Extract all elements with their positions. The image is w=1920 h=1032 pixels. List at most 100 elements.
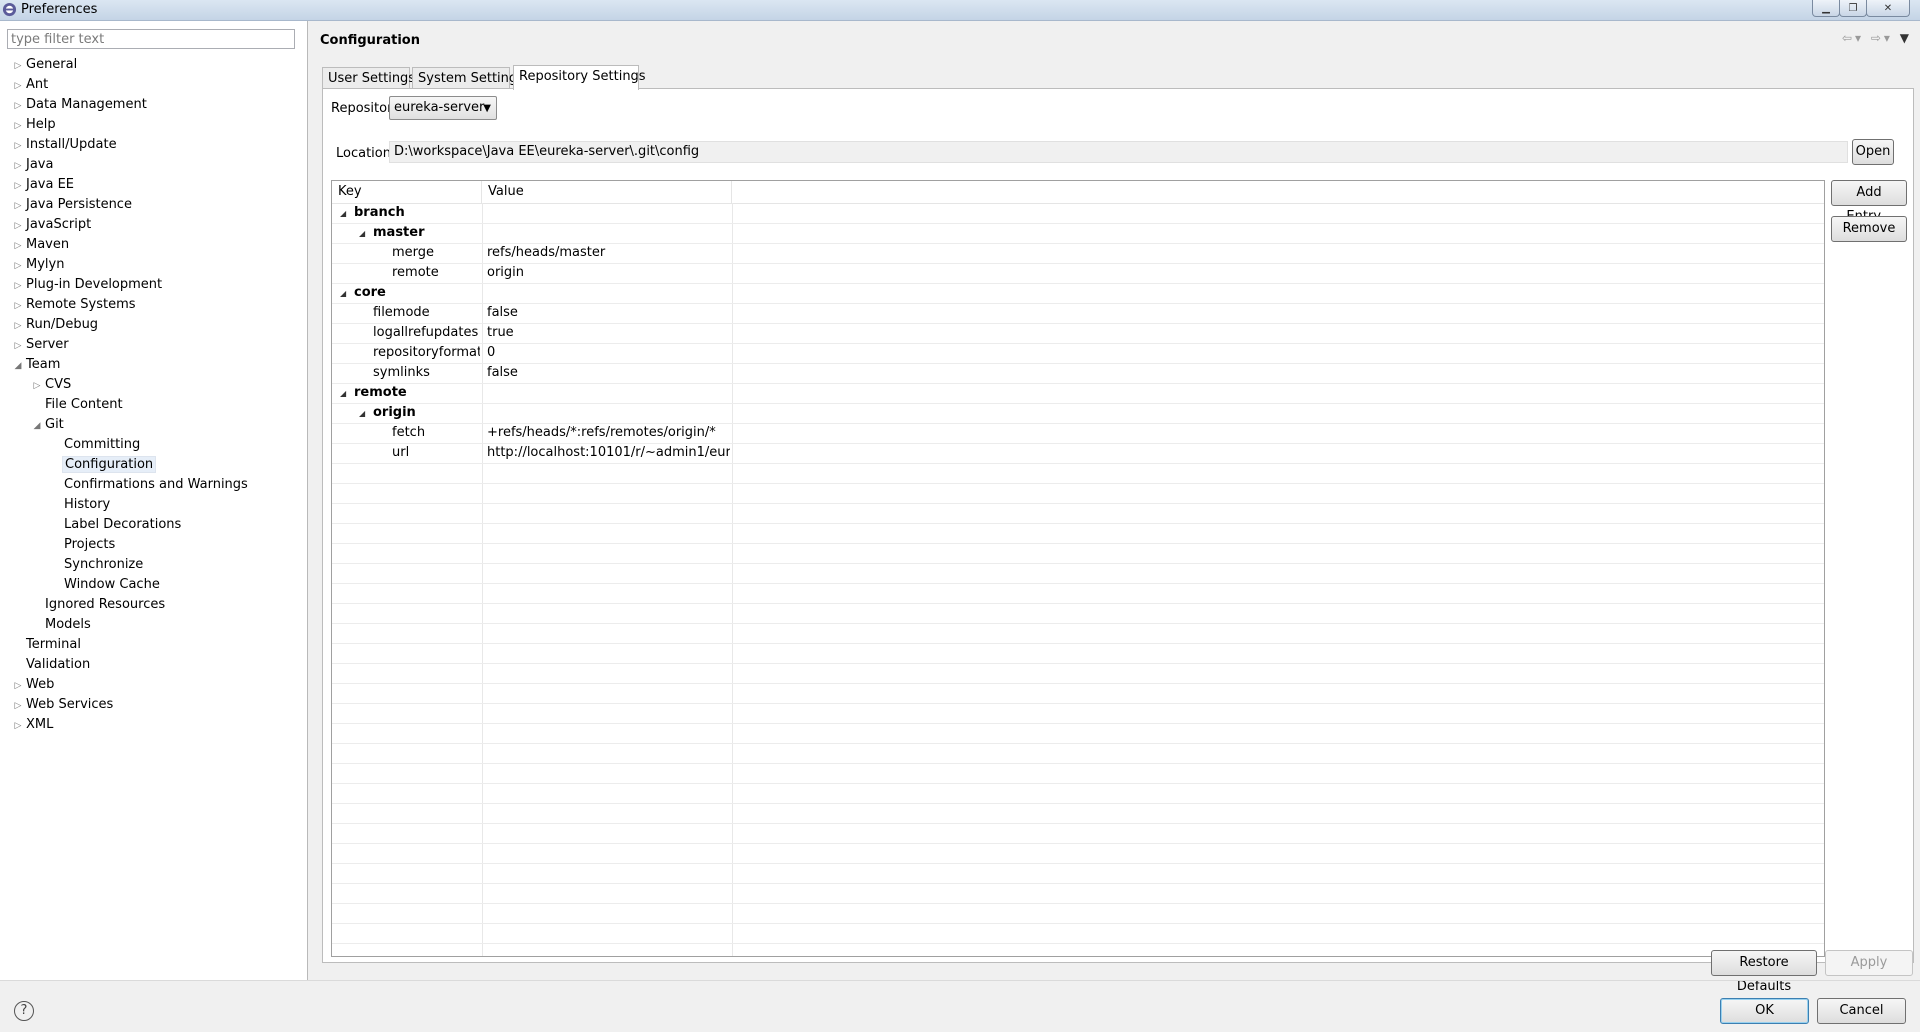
tree-item-mylyn[interactable]: ▷ Mylyn [12, 255, 66, 275]
expand-arrow-icon[interactable]: ▷ [12, 56, 24, 76]
collapse-arrow-icon[interactable]: ◢ [359, 404, 373, 423]
forward-arrow-icon[interactable]: ⇨ [1871, 31, 1884, 45]
restore-defaults-button[interactable]: Restore Defaults [1711, 950, 1817, 994]
tree-item-git[interactable]: ◢ Git [31, 415, 66, 435]
tree-item-projects[interactable]: Projects [50, 535, 117, 555]
tree-item-file-content[interactable]: File Content [31, 395, 125, 415]
tree-item-label-decorations[interactable]: Label Decorations [50, 515, 183, 535]
config-key[interactable]: remote [378, 263, 480, 283]
tree-item-web-services[interactable]: ▷ Web Services [12, 695, 115, 715]
close-button[interactable]: ✕ [1866, 0, 1910, 17]
tree-item-java-persistence[interactable]: ▷ Java Persistence [12, 195, 134, 215]
tab-system-settings[interactable]: System Settings [412, 67, 524, 89]
config-value[interactable]: refs/heads/master [487, 243, 730, 263]
open-button[interactable]: Open [1852, 139, 1894, 165]
config-key[interactable]: ◢ origin [359, 403, 480, 423]
config-value[interactable] [487, 283, 730, 303]
config-value[interactable]: origin [487, 263, 730, 283]
remove-button[interactable]: Remove [1831, 216, 1907, 242]
config-value[interactable] [487, 383, 730, 403]
tree-item-general[interactable]: ▷ General [12, 55, 79, 75]
back-menu-icon[interactable]: ▾ [1855, 31, 1864, 45]
tree-item-window-cache[interactable]: Window Cache [50, 575, 162, 595]
config-value[interactable]: 0 [487, 343, 730, 363]
column-header-key[interactable]: Key [332, 181, 482, 203]
config-key[interactable]: logallrefupdates [359, 323, 480, 343]
tree-item-remote-systems[interactable]: ▷ Remote Systems [12, 295, 138, 315]
expand-arrow-icon[interactable]: ▷ [12, 296, 24, 316]
expand-arrow-icon[interactable]: ▷ [12, 116, 24, 136]
tree-item-ant[interactable]: ▷ Ant [12, 75, 50, 95]
tree-item-web[interactable]: ▷ Web [12, 675, 56, 695]
tree-item-validation[interactable]: Validation [12, 655, 92, 675]
collapse-arrow-icon[interactable]: ◢ [340, 284, 354, 303]
config-value[interactable] [487, 203, 730, 223]
config-key[interactable]: repositoryformatv [359, 343, 480, 363]
tree-item-models[interactable]: Models [31, 615, 93, 635]
expand-arrow-icon[interactable]: ▷ [12, 236, 24, 256]
tree-item-help[interactable]: ▷ Help [12, 115, 58, 135]
expand-arrow-icon[interactable]: ▷ [31, 376, 43, 396]
tree-item-run-debug[interactable]: ▷ Run/Debug [12, 315, 100, 335]
tree-item-javascript[interactable]: ▷ JavaScript [12, 215, 93, 235]
tree-item-data-management[interactable]: ▷ Data Management [12, 95, 149, 115]
expand-arrow-icon[interactable]: ▷ [12, 216, 24, 236]
config-key[interactable]: ◢ branch [340, 203, 480, 223]
tree-item-terminal[interactable]: Terminal [12, 635, 83, 655]
tree-item-synchronize[interactable]: Synchronize [50, 555, 145, 575]
tree-item-install-update[interactable]: ▷ Install/Update [12, 135, 119, 155]
minimize-button[interactable]: ▁ [1812, 0, 1840, 17]
config-key[interactable]: ◢ master [359, 223, 480, 243]
expand-arrow-icon[interactable]: ▷ [12, 676, 24, 696]
forward-menu-icon[interactable]: ▾ [1884, 31, 1893, 45]
expand-arrow-icon[interactable]: ▷ [12, 276, 24, 296]
expand-arrow-icon[interactable]: ▷ [12, 196, 24, 216]
config-value[interactable]: +refs/heads/*:refs/remotes/origin/* [487, 423, 730, 443]
maximize-button[interactable]: ❐ [1839, 0, 1867, 17]
expand-arrow-icon[interactable]: ▷ [12, 176, 24, 196]
config-value[interactable]: false [487, 303, 730, 323]
config-value[interactable]: http://localhost:10101/r/~admin1/eurek..… [487, 443, 730, 463]
expand-arrow-icon[interactable]: ▷ [12, 136, 24, 156]
tree-item-ignored-resources[interactable]: Ignored Resources [31, 595, 167, 615]
expand-arrow-icon[interactable]: ▷ [12, 336, 24, 356]
view-menu-icon[interactable]: ▼ [1900, 31, 1912, 45]
expand-arrow-icon[interactable]: ▷ [12, 156, 24, 176]
tree-item-confirmations-and-warnings[interactable]: Confirmations and Warnings [50, 475, 250, 495]
tab-repository-settings[interactable]: Repository Settings [513, 65, 646, 90]
config-key[interactable]: ◢ remote [340, 383, 480, 403]
config-key[interactable]: url [378, 443, 480, 463]
tree-item-cvs[interactable]: ▷ CVS [31, 375, 73, 395]
apply-button[interactable]: Apply [1825, 950, 1913, 976]
add-entry-button[interactable]: Add Entry... [1831, 180, 1907, 224]
tree-item-xml[interactable]: ▷ XML [12, 715, 55, 735]
tree-item-committing[interactable]: Committing [50, 435, 142, 455]
collapse-arrow-icon[interactable]: ◢ [359, 224, 373, 243]
expand-arrow-icon[interactable]: ▷ [12, 96, 24, 116]
column-header-value[interactable]: Value [482, 181, 732, 203]
expand-arrow-icon[interactable]: ▷ [12, 716, 24, 736]
back-arrow-icon[interactable]: ⇦ [1842, 31, 1855, 45]
config-key[interactable]: filemode [359, 303, 480, 323]
collapse-arrow-icon[interactable]: ◢ [340, 204, 354, 223]
repository-select[interactable]: eureka-server ▼ [389, 96, 497, 120]
tree-item-configuration[interactable]: Configuration [50, 455, 157, 475]
expand-arrow-icon[interactable]: ▷ [12, 256, 24, 276]
config-key[interactable]: ◢ core [340, 283, 480, 303]
collapse-arrow-icon[interactable]: ◢ [12, 356, 24, 376]
config-value[interactable]: true [487, 323, 730, 343]
collapse-arrow-icon[interactable]: ◢ [340, 384, 354, 403]
config-key[interactable]: merge [378, 243, 480, 263]
config-value[interactable]: false [487, 363, 730, 383]
config-key[interactable]: fetch [378, 423, 480, 443]
tree-item-maven[interactable]: ▷ Maven [12, 235, 71, 255]
config-value[interactable] [487, 223, 730, 243]
tree-item-java-ee[interactable]: ▷ Java EE [12, 175, 76, 195]
expand-arrow-icon[interactable]: ▷ [12, 696, 24, 716]
tree-item-java[interactable]: ▷ Java [12, 155, 55, 175]
help-icon[interactable]: ? [14, 1001, 34, 1021]
cancel-button[interactable]: Cancel [1817, 998, 1906, 1024]
tree-item-plug-in-development[interactable]: ▷ Plug-in Development [12, 275, 164, 295]
tab-user-settings[interactable]: User Settings [322, 67, 415, 89]
collapse-arrow-icon[interactable]: ◢ [31, 416, 43, 436]
